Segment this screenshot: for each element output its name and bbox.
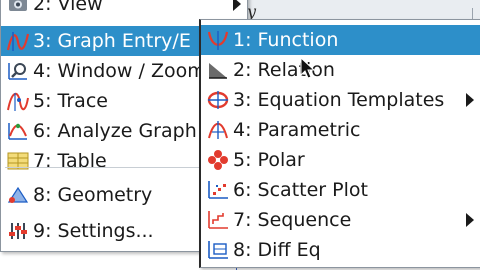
menu-item-number: 6: bbox=[33, 120, 52, 142]
menu-item-number: 3: bbox=[33, 30, 52, 52]
menu-item-label: Function bbox=[257, 29, 339, 51]
menu-item-label: Scatter Plot bbox=[257, 179, 368, 201]
submenu-arrow-icon bbox=[466, 93, 474, 107]
table-icon bbox=[5, 148, 31, 174]
submenu-item-sequence[interactable]: 7: Sequence bbox=[201, 205, 480, 235]
analyze-graph-icon bbox=[5, 118, 31, 144]
submenu-arrow-icon bbox=[466, 213, 474, 227]
menu-item-label: Table bbox=[57, 150, 107, 172]
menu-item-number: 7: bbox=[33, 150, 52, 172]
settings-icon bbox=[5, 218, 31, 244]
menu-item-number: 2: bbox=[33, 0, 52, 15]
trace-icon bbox=[5, 88, 31, 114]
graph-entry-icon bbox=[5, 28, 31, 54]
menu-item-label: Analyze Graph bbox=[57, 120, 197, 142]
relation-icon bbox=[205, 57, 231, 83]
menu-item-number: 1: bbox=[233, 29, 252, 51]
parametric-icon bbox=[205, 117, 231, 143]
menu-item-number: 9: bbox=[33, 220, 52, 242]
menu-item-number: 3: bbox=[233, 89, 252, 111]
geometry-icon bbox=[5, 182, 31, 208]
menu-item-label: Diff Eq bbox=[257, 239, 321, 261]
equation-templates-icon bbox=[205, 87, 231, 113]
submenu-arrow-icon bbox=[233, 0, 241, 11]
menu-item-label: Equation Templates bbox=[257, 89, 445, 111]
submenu-item-function[interactable]: 1: Function bbox=[201, 25, 480, 55]
menu-item-number: 5: bbox=[33, 90, 52, 112]
window-zoom-icon bbox=[5, 58, 31, 84]
menu-item-view[interactable]: 2: View bbox=[1, 0, 247, 19]
menu-item-label: Trace bbox=[57, 90, 108, 112]
menu-item-label: Polar bbox=[257, 149, 305, 171]
menu-item-number: 5: bbox=[233, 149, 252, 171]
submenu-item-scatter-plot[interactable]: 6: Scatter Plot bbox=[201, 175, 480, 205]
menu-item-label: Parametric bbox=[257, 119, 361, 141]
menu-item-label: Graph Entry/E bbox=[57, 30, 191, 52]
diff-eq-icon bbox=[205, 237, 231, 263]
menu-item-number: 2: bbox=[233, 59, 252, 81]
submenu-item-diff-eq[interactable]: 8: Diff Eq bbox=[201, 235, 480, 265]
menu-item-label: View bbox=[57, 0, 103, 15]
view-icon bbox=[5, 0, 31, 17]
menu-item-number: 4: bbox=[233, 119, 252, 141]
mouse-pointer-icon bbox=[300, 56, 316, 83]
polar-icon bbox=[205, 147, 231, 173]
menu-item-number: 8: bbox=[233, 239, 252, 261]
menu-item-number: 8: bbox=[33, 184, 52, 206]
function-icon bbox=[205, 27, 231, 53]
menu-item-number: 6: bbox=[233, 179, 252, 201]
submenu-item-polar[interactable]: 5: Polar bbox=[201, 145, 480, 175]
sequence-icon bbox=[205, 207, 231, 233]
submenu-item-equation-templates[interactable]: 3: Equation Templates bbox=[201, 85, 480, 115]
submenu-item-parametric[interactable]: 4: Parametric bbox=[201, 115, 480, 145]
menu-item-number: 7: bbox=[233, 209, 252, 231]
menu-item-label: Settings... bbox=[57, 220, 154, 242]
menu-item-label: Relation bbox=[257, 59, 335, 81]
graph-entry-submenu: 1: Function 2: Relation 3: Equation Temp… bbox=[199, 19, 480, 268]
scatter-plot-icon bbox=[205, 177, 231, 203]
menu-item-label: Geometry bbox=[57, 184, 153, 206]
menu-item-number: 4: bbox=[33, 60, 52, 82]
menu-item-label: Window / Zoom bbox=[57, 60, 206, 82]
submenu-item-relation[interactable]: 2: Relation bbox=[201, 55, 480, 85]
menu-item-label: Sequence bbox=[257, 209, 352, 231]
